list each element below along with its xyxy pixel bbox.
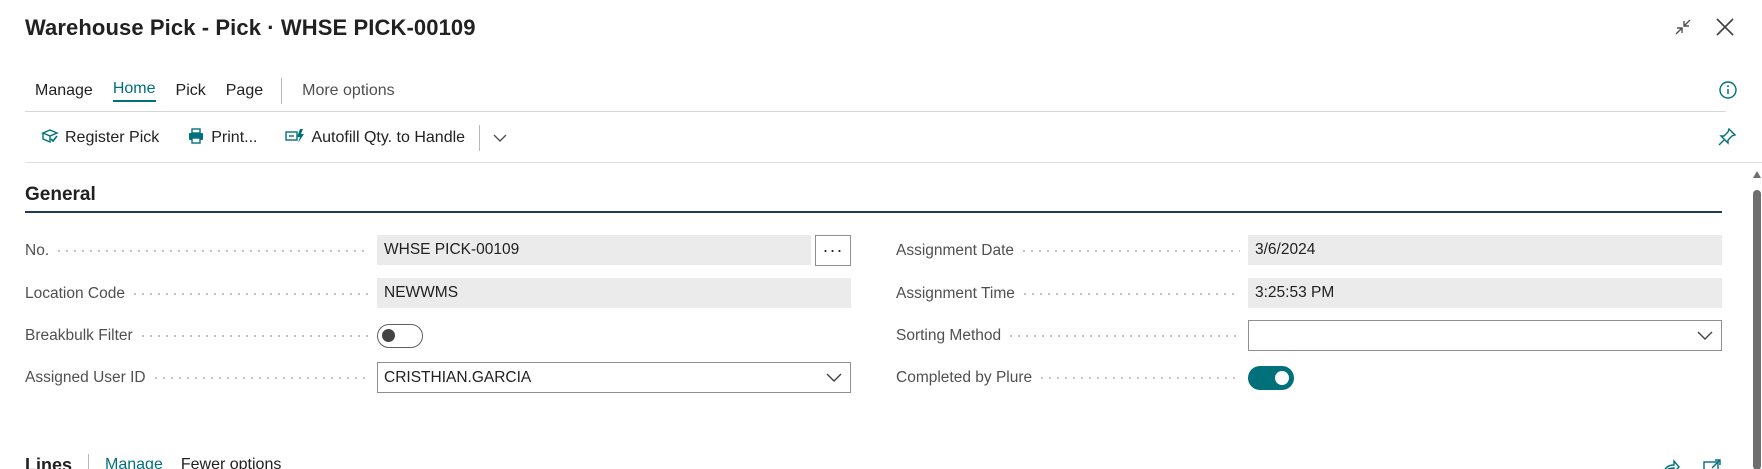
tab-manage-label: Manage	[35, 82, 93, 99]
chevron-down-icon	[826, 370, 842, 389]
leader-dots	[1020, 250, 1240, 252]
divider	[25, 162, 1762, 163]
assignment-date-field[interactable]: 3/6/2024	[1248, 235, 1722, 265]
tab-pick[interactable]: Pick	[166, 76, 216, 106]
scroll-thumb[interactable]	[1753, 190, 1761, 469]
assigned-user-id-value: CRISTHIAN.GARCIA	[384, 368, 532, 386]
tab-page[interactable]: Page	[216, 76, 273, 106]
chevron-down-icon[interactable]	[486, 122, 514, 154]
assigned-user-id-select[interactable]: CRISTHIAN.GARCIA	[377, 362, 851, 393]
field-label-sorting-method: Sorting Method	[896, 327, 1002, 344]
lines-divider	[88, 454, 90, 469]
page-title: Warehouse Pick - Pick · WHSE PICK-00109	[25, 15, 476, 40]
autofill-qty-button[interactable]: Autofill Qty. to Handle	[271, 122, 479, 154]
field-row-completed-by-plure: Completed by Plure	[896, 362, 1248, 394]
field-label-no: No.	[25, 242, 50, 259]
register-pick-icon	[41, 127, 59, 150]
scroll-up-arrow-icon[interactable]	[1753, 171, 1761, 178]
field-label-assignment-time: Assignment Time	[896, 285, 1015, 302]
ellipsis-icon[interactable]: ···	[815, 235, 851, 266]
completed-by-plure-toggle[interactable]	[1248, 366, 1294, 390]
breakbulk-filter-toggle[interactable]	[377, 324, 423, 348]
tab-home[interactable]: Home	[103, 76, 166, 106]
lines-tab-manage[interactable]: Manage	[105, 456, 163, 469]
field-row-no: No.	[25, 235, 377, 267]
field-row-assigned-user-id: Assigned User ID	[25, 362, 377, 394]
window-controls	[1670, 14, 1738, 40]
toggle-knob	[382, 329, 395, 342]
close-icon[interactable]	[1712, 14, 1738, 40]
toolbar-divider	[479, 125, 481, 151]
share-icon[interactable]	[1660, 458, 1680, 469]
leader-dots	[1020, 293, 1240, 295]
chevron-down-icon	[1697, 328, 1713, 347]
leader-dots	[55, 250, 369, 252]
toggle-knob	[1275, 371, 1289, 385]
leader-dots	[130, 293, 369, 295]
no-field[interactable]: WHSE PICK-00109	[377, 235, 811, 265]
section-title-lines[interactable]: Lines	[25, 455, 72, 469]
more-options-label: More options	[302, 82, 395, 99]
field-label-completed-by-plure: Completed by Plure	[896, 369, 1033, 386]
action-toolbar: Register Pick Print... Autofill Qty. to …	[25, 122, 514, 154]
lines-header: Lines Manage Fewer options	[25, 454, 299, 469]
field-row-assignment-date: Assignment Date	[896, 235, 1248, 267]
field-row-breakbulk-filter: Breakbulk Filter	[25, 320, 377, 352]
collapse-arrows-icon[interactable]	[1670, 14, 1696, 40]
divider	[25, 111, 1726, 112]
tab-divider	[281, 78, 283, 104]
page-header: Warehouse Pick - Pick · WHSE PICK-00109	[25, 12, 476, 44]
field-row-sorting-method: Sorting Method	[896, 320, 1248, 352]
field-label-location-code: Location Code	[25, 285, 125, 302]
more-options-button[interactable]: More options	[290, 76, 405, 106]
leader-dots	[1007, 335, 1240, 337]
tab-manage[interactable]: Manage	[25, 76, 103, 106]
field-row-assignment-time: Assignment Time	[896, 278, 1248, 310]
section-underline	[25, 211, 1722, 213]
print-button[interactable]: Print...	[173, 122, 271, 154]
register-pick-button[interactable]: Register Pick	[25, 122, 173, 154]
location-code-field[interactable]: NEWWMS	[377, 278, 851, 308]
tab-home-label: Home	[112, 80, 156, 102]
tab-page-label: Page	[225, 82, 264, 99]
leader-dots	[151, 377, 369, 379]
sorting-method-select[interactable]	[1248, 320, 1722, 351]
field-label-assignment-date: Assignment Date	[896, 242, 1015, 259]
print-label: Print...	[211, 129, 258, 146]
tab-pick-label: Pick	[175, 82, 206, 99]
pin-icon[interactable]	[1716, 126, 1738, 148]
leader-dots	[138, 335, 369, 337]
field-row-location-code: Location Code	[25, 278, 377, 310]
assignment-time-field[interactable]: 3:25:53 PM	[1248, 278, 1722, 308]
lines-actions	[1660, 458, 1722, 469]
section-title-general[interactable]: General	[25, 184, 96, 206]
info-icon[interactable]	[1718, 80, 1738, 100]
field-label-assigned-user-id: Assigned User ID	[25, 369, 146, 386]
expand-icon[interactable]	[1702, 458, 1722, 469]
action-tabs: Manage Home Pick Page More options	[25, 76, 405, 106]
register-pick-label: Register Pick	[65, 129, 160, 146]
leader-dots	[1038, 377, 1240, 379]
printer-icon	[187, 127, 205, 150]
autofill-label: Autofill Qty. to Handle	[311, 129, 466, 146]
lines-tab-fewer-options[interactable]: Fewer options	[181, 456, 282, 469]
field-label-breakbulk-filter: Breakbulk Filter	[25, 327, 133, 344]
autofill-icon	[285, 127, 305, 150]
